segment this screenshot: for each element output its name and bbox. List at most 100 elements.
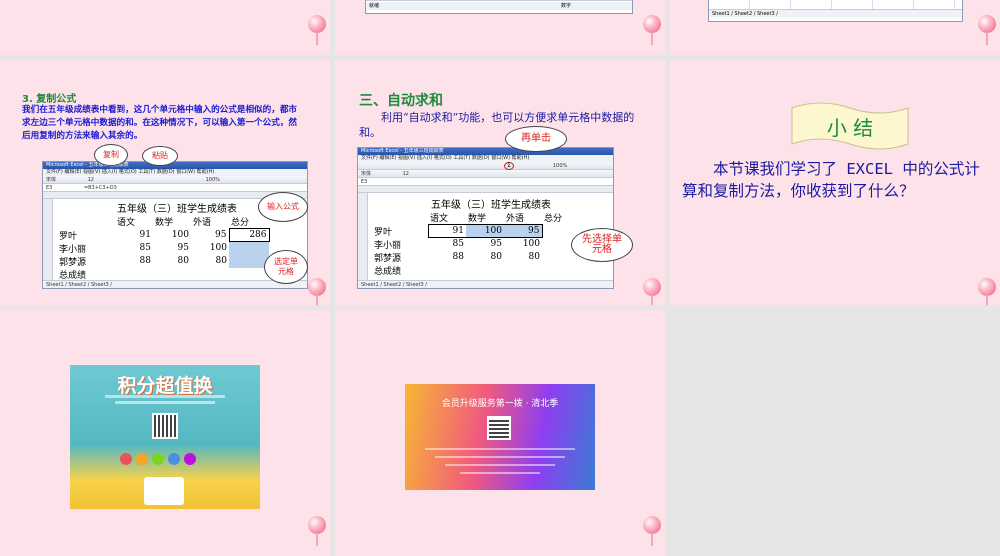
cell-reference[interactable]: E3 [46,185,52,191]
score-cell[interactable]: 91 [115,229,153,242]
name-cell[interactable]: 李小丽 [57,242,115,255]
table-title: 五年级（三）班学生成绩表 [117,204,237,215]
pushpin-icon [643,278,661,305]
pushpin-icon [978,15,996,45]
table-title: 五年级（三）班学生成绩表 [431,200,551,211]
header-zongfen[interactable]: 总分 [542,211,582,225]
table-row: 李小丽 85 95 100 [57,241,269,255]
row-headers [43,199,53,280]
font-size[interactable]: 12 [88,177,94,183]
score-cell[interactable]: 95 [504,224,543,238]
score-cell[interactable]: 80 [466,251,504,264]
sheet-tabs[interactable]: Sheet1 / Sheet2 / Sheet3 / [709,9,962,17]
pushpin-icon [978,278,996,305]
name-cell[interactable]: 李小丽 [372,238,428,251]
pushpin-icon [643,516,661,546]
name-cell[interactable]: 罗叶 [57,229,115,242]
slide-1 [0,0,330,55]
score-cell[interactable]: 100 [191,242,229,255]
zoom-level[interactable]: 100% [206,177,220,183]
excel-window: Microsoft Excel - 五年级三班成绩表 文件(F) 编辑(E) 视… [357,147,614,289]
excel-window: Sheet1 / Sheet2 / Sheet3 / [708,0,963,22]
empty-slot [670,310,1000,556]
header-shuxue[interactable]: 数学 [153,215,191,229]
slide-copy-formula: 3. 复制公式 我们在五年级成绩表中看到，这几个单元格中输入的公式是相似的，都市… [0,60,330,305]
cell-reference[interactable]: E3 [361,179,367,185]
spreadsheet-grid[interactable]: 五年级（三）班学生成绩表 语文 数学 外语 总分 罗叶 91 100 95 李小… [372,196,582,277]
callout-click-again: 再单击 [505,126,567,152]
sheet-tabs[interactable]: Sheet1 / Sheet2 / Sheet3 / [358,280,613,288]
pushpin-icon [643,15,661,45]
formula-text[interactable]: =B3+C3+D3 [84,185,117,191]
name-cell[interactable]: 罗叶 [372,225,428,238]
score-cell[interactable]: 88 [115,255,153,268]
window-title: Microsoft Excel - 五年级三班成绩表 [43,162,307,169]
table-row: 总成绩 [57,268,269,281]
toolbar[interactable]: Σ 100% [358,162,613,170]
slide-autosum: 三、自动求和 利用“自动求和”功能，也可以方便求单元格中数据的和。 Micros… [335,60,665,305]
pushpin-icon [308,516,326,546]
sum-cell[interactable]: 286 [228,228,270,242]
header-shuxue[interactable]: 数学 [466,211,504,225]
slide-heading: 三、自动求和 [359,93,443,109]
table-row: 总成绩 [372,264,582,277]
sheet-tabs[interactable]: Sheet1 / Sheet2 / Sheet3 / [366,0,632,1]
table-row: 郭梦源 88 80 80 [57,254,269,268]
format-toolbar[interactable]: 宋体 12 [358,170,613,178]
font-name[interactable]: 宋体 [361,171,371,177]
gift-dots [120,453,196,465]
books-icon [144,477,184,505]
table-row: 罗叶 91 100 95 286 [57,228,270,242]
header-zongfen[interactable]: 总分 [229,215,269,229]
table-row: 李小丽 85 95 100 [372,238,582,251]
slide-body: 本节课我们学习了 EXCEL 中的公式计算和复制方法，你收获到了什么？ [682,160,980,200]
font-size[interactable]: 12 [403,171,409,177]
status-num: 数字 [561,3,572,9]
table-row: 罗叶 91 100 95 [372,224,582,238]
score-cell[interactable]: 100 [153,229,191,242]
menu-bar[interactable]: 文件(F) 编辑(E) 视图(V) 插入(I) 格式(O) 工具(T) 数据(D… [43,169,307,176]
name-cell[interactable]: 郭梦源 [372,251,428,264]
header-waiyu[interactable]: 外语 [191,215,229,229]
zoom-level[interactable]: 100% [553,162,567,170]
menu-bar[interactable]: 文件(F) 编辑(E) 视图(V) 插入(I) 格式(O) 工具(T) 数据(D… [358,155,613,162]
score-cell[interactable]: 100 [466,224,504,238]
toolbar[interactable]: 宋体 12 100% [43,176,307,184]
score-cell[interactable]: 95 [191,229,229,242]
pushpin-icon [308,15,326,45]
pushpin-icon [308,278,326,305]
slide-member-promo: 会员升级服务第一拨 · 清北季 [335,310,665,556]
sheet-tabs[interactable]: Sheet1 / Sheet2 / Sheet3 / [43,280,307,288]
formula-bar[interactable]: E3 [358,178,613,186]
score-cell[interactable]: 80 [191,255,229,268]
qr-code-icon [152,413,178,439]
name-cell[interactable]: 总成绩 [372,264,428,277]
font-name[interactable]: 宋体 [46,177,56,183]
slide-heading: 小 结 [826,116,874,140]
autosum-icon[interactable]: Σ [504,162,514,170]
slide-body: 我们在五年级成绩表中看到，这几个单元格中输入的公式是相似的，都市求左边三个单元格… [22,105,298,141]
name-cell[interactable]: 总成绩 [57,268,115,281]
formula-bar[interactable]: E3 =B3+C3+D3 [43,184,307,192]
header-yuwen[interactable]: 语文 [428,211,466,225]
sum-cell[interactable] [229,254,269,268]
score-cell[interactable]: 80 [153,255,191,268]
score-cell[interactable]: 95 [153,242,191,255]
header-waiyu[interactable]: 外语 [504,211,542,225]
header-yuwen[interactable]: 语文 [115,215,153,229]
score-cell[interactable]: 85 [428,238,466,251]
name-cell[interactable]: 郭梦源 [57,255,115,268]
slide-heading: 3. 复制公式 [22,94,77,105]
spreadsheet-grid[interactable]: 五年级（三）班学生成绩表 语文 数学 外语 总分 罗叶 91 100 95 28… [57,200,270,281]
score-cell[interactable]: 85 [115,242,153,255]
row-headers [358,193,368,281]
score-cell[interactable]: 80 [504,251,542,264]
sum-cell[interactable] [229,241,269,255]
score-cell[interactable]: 100 [504,238,542,251]
promo-image: 会员升级服务第一拨 · 清北季 [405,384,595,490]
score-cell[interactable]: 95 [466,238,504,251]
score-cell[interactable]: 91 [427,224,466,238]
score-cell[interactable]: 88 [428,251,466,264]
status-text: 就绪 [369,3,380,9]
promo-image: 积分超值换 [70,365,260,509]
